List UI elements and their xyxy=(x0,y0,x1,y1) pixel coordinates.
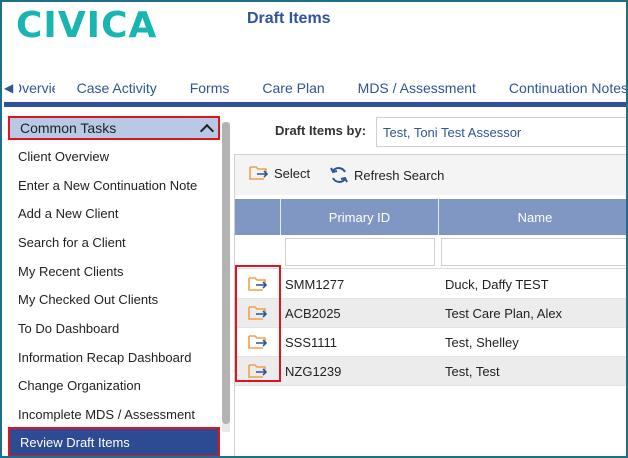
row-primary-id: SMM1277 xyxy=(285,276,345,292)
sidebar-item-information-recap-dashboard[interactable]: Information Recap Dashboard xyxy=(18,350,191,365)
column-header-name[interactable]: Name xyxy=(439,199,626,235)
row-name: Test Care Plan, Alex xyxy=(445,305,563,321)
draft-items-panel: Select Refresh Search Primary ID Name SM… xyxy=(234,154,626,456)
grid-header-row: Primary ID Name xyxy=(235,199,626,235)
sidebar: Common Tasks Client Overview Enter a New… xyxy=(4,114,222,456)
sidebar-scrollbar[interactable] xyxy=(222,122,230,432)
sidebar-scroll-thumb[interactable] xyxy=(222,122,230,424)
logo-text: CIVICA xyxy=(16,4,158,46)
tab-bar: ◀ Overview Case Activity Forms Care Plan… xyxy=(4,74,626,102)
draft-items-by-field[interactable]: Test, Toni Test Assessor xyxy=(376,117,626,147)
tab-bar-underline xyxy=(4,102,626,107)
common-tasks-label: Common Tasks xyxy=(20,120,117,136)
tab-continuation-notes[interactable]: Continuation Notes xyxy=(509,80,626,96)
table-row[interactable]: NZG1239 Test, Test xyxy=(235,357,626,386)
row-primary-id: ACB2025 xyxy=(285,305,341,321)
sidebar-item-incomplete-mds[interactable]: Incomplete MDS / Assessment xyxy=(18,407,195,422)
sidebar-item-search-client[interactable]: Search for a Client xyxy=(18,235,126,250)
tab-care-plan[interactable]: Care Plan xyxy=(262,80,324,96)
open-folder-icon xyxy=(249,166,269,180)
row-name: Test, Shelley xyxy=(445,334,519,350)
refresh-search-button[interactable]: Refresh Search xyxy=(329,165,444,185)
tab-mds-assessment[interactable]: MDS / Assessment xyxy=(358,80,476,96)
sidebar-item-change-organization[interactable]: Change Organization xyxy=(18,378,141,393)
sidebar-item-to-do-dashboard[interactable]: To Do Dashboard xyxy=(18,321,119,336)
column-header-actions xyxy=(235,199,281,235)
tab-case-activity[interactable]: Case Activity xyxy=(77,80,157,96)
main-content: Draft Items by: Test, Toni Test Assessor… xyxy=(232,114,626,456)
app-window: CIVICA Draft Items ◀ Overview Case Activ… xyxy=(0,0,628,458)
draft-items-by-label: Draft Items by: xyxy=(275,123,367,138)
sidebar-item-my-checked-out-clients[interactable]: My Checked Out Clients xyxy=(18,292,158,307)
table-row[interactable]: SSS1111 Test, Shelley xyxy=(235,328,626,357)
column-header-primary-id[interactable]: Primary ID xyxy=(281,199,439,235)
sidebar-item-add-new-client[interactable]: Add a New Client xyxy=(18,206,118,221)
row-primary-id: SSS1111 xyxy=(285,334,338,350)
grid-filter-row xyxy=(235,235,626,269)
name-filter-input[interactable] xyxy=(441,238,626,266)
table-row[interactable]: SMM1277 Duck, Daffy TEST xyxy=(235,270,626,299)
row-name: Test, Test xyxy=(445,363,500,379)
primary-id-filter-input[interactable] xyxy=(285,238,435,266)
select-button[interactable]: Select xyxy=(249,165,310,181)
select-label: Select xyxy=(274,165,311,181)
row-name: Duck, Daffy TEST xyxy=(445,276,549,292)
tab-overview[interactable]: Overview xyxy=(19,80,54,96)
table-row[interactable]: ACB2025 Test Care Plan, Alex xyxy=(235,299,626,328)
tabs-scroll-left-icon[interactable]: ◀ xyxy=(4,74,13,102)
row-primary-id: NZG1239 xyxy=(285,363,342,379)
sidebar-item-enter-continuation-note[interactable]: Enter a New Continuation Note xyxy=(18,178,197,193)
sidebar-item-client-overview[interactable]: Client Overview xyxy=(18,149,109,164)
sidebar-item-my-recent-clients[interactable]: My Recent Clients xyxy=(18,264,123,279)
grid-toolbar: Select Refresh Search xyxy=(235,155,626,195)
open-icons-highlight xyxy=(235,265,281,382)
refresh-search-label: Refresh Search xyxy=(354,167,445,183)
tab-forms[interactable]: Forms xyxy=(190,80,230,96)
civica-logo: CIVICA xyxy=(16,4,158,46)
page-title: Draft Items xyxy=(247,10,331,27)
common-tasks-header[interactable]: Common Tasks xyxy=(8,116,220,140)
chevron-up-icon xyxy=(199,123,215,138)
sidebar-item-review-draft-items[interactable]: Review Draft Items xyxy=(8,427,220,456)
refresh-icon xyxy=(330,167,348,183)
